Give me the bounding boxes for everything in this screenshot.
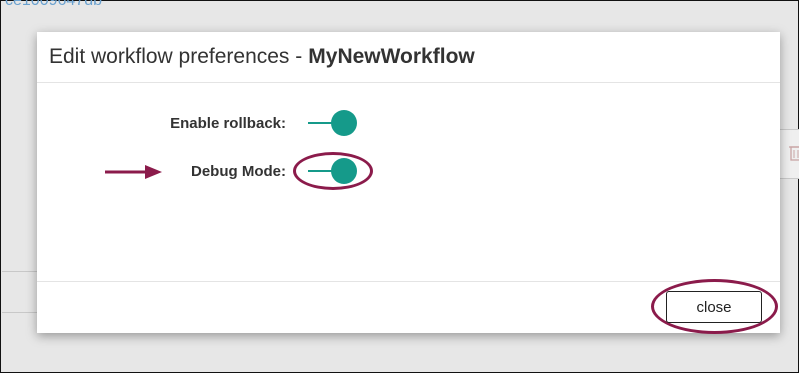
debug-mode-highlight [293, 152, 373, 190]
enable-rollback-toggle[interactable] [304, 110, 358, 136]
close-button[interactable]: close [666, 291, 762, 323]
arrow-right-icon [105, 164, 163, 185]
modal-body: Enable rollback: Debug Mode: [37, 83, 780, 282]
debug-mode-label: Debug Mode: [191, 163, 286, 180]
workflow-name: MyNewWorkflow [308, 45, 475, 68]
background-divider [2, 271, 38, 272]
background-link[interactable]: ce1009647db [5, 0, 102, 10]
enable-rollback-label: Enable rollback: [170, 115, 286, 132]
modal-header: Edit workflow preferences - MyNewWorkflo… [37, 32, 780, 83]
trash-icon[interactable] [789, 143, 799, 166]
preferences-modal: Edit workflow preferences - MyNewWorkflo… [37, 32, 780, 334]
toggle-knob [331, 110, 357, 136]
modal-title: Edit workflow preferences - [49, 45, 303, 68]
background-divider [2, 312, 38, 313]
